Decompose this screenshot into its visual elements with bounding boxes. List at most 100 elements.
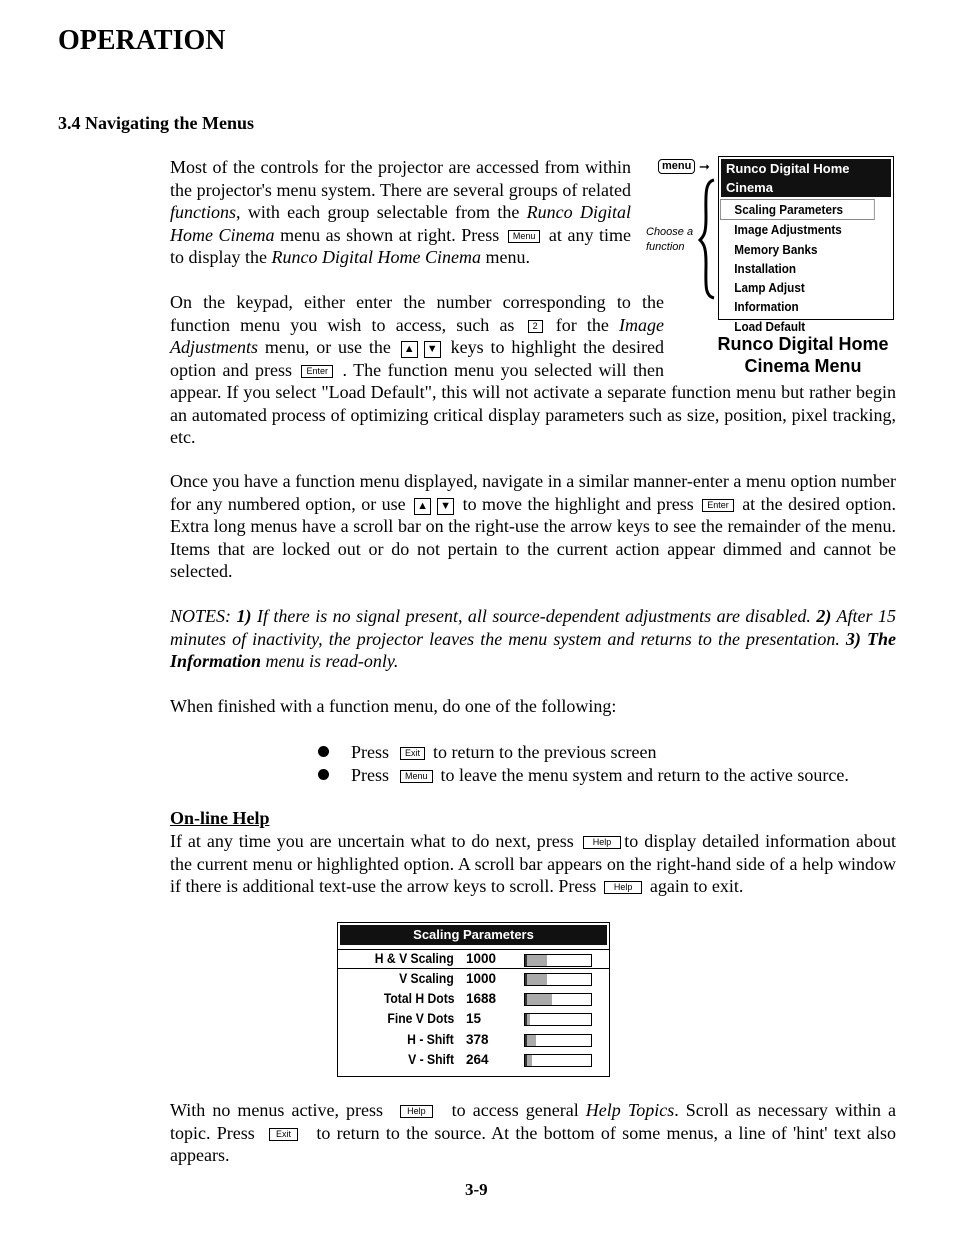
text: menu is read-only. <box>261 651 399 671</box>
text: Press <box>351 742 390 762</box>
text: menu, or use the <box>258 337 398 357</box>
scaling-row[interactable]: H - Shift 378 <box>338 1030 609 1050</box>
menu-item[interactable]: Scaling Parameters <box>720 199 875 221</box>
up-arrow-key-icon: ▲ <box>414 497 432 515</box>
row-value: 1000 <box>466 971 497 986</box>
curly-brace-icon <box>698 178 715 300</box>
menu-key-label: menu <box>658 159 696 174</box>
text: for the <box>545 314 620 335</box>
finished-paragraph: When finished with a function menu, do o… <box>170 696 617 716</box>
slider-fill <box>525 1034 536 1046</box>
row-label: Total H Dots <box>383 991 454 1007</box>
text: to access general <box>444 1100 586 1120</box>
menu-item[interactable]: Lamp Adjust <box>719 278 876 297</box>
slider-bar[interactable] <box>524 993 592 1007</box>
slider-fill <box>525 955 547 966</box>
help-key: Help <box>400 1105 433 1118</box>
scaling-row[interactable]: H & V Scaling 1000 <box>338 949 609 969</box>
scaling-row[interactable]: V Scaling 1000 <box>338 969 609 989</box>
row-label: V - Shift <box>408 1051 454 1067</box>
scaling-rows: H & V Scaling 1000 V Scaling 1000 Total H Do… <box>338 949 609 1070</box>
key-2: 2 <box>527 319 543 333</box>
page-title: OPERATION <box>58 25 226 56</box>
down-arrow-key-icon: ▼ <box>423 341 441 358</box>
slider-fill <box>525 1014 531 1026</box>
enter-key: Enter <box>702 498 734 512</box>
intro-paragraph: Most of the controls for the projector a… <box>170 156 631 269</box>
slider-bar[interactable] <box>524 1013 592 1027</box>
menu-key: Menu <box>507 229 541 243</box>
text: If at any time you are uncertain what to… <box>170 831 580 851</box>
text: menu. <box>480 247 530 267</box>
row-label: V Scaling <box>399 971 454 986</box>
menu-items: Scaling Parameters Image Adjustments Memor… <box>719 199 893 336</box>
menu-caption: Runco Digital Home Cinema Menu <box>700 333 906 377</box>
menu-key: Menu <box>400 770 433 783</box>
slider-bar[interactable] <box>524 973 592 986</box>
page-number: 3-9 <box>465 1180 488 1199</box>
help-key: Help <box>582 836 622 849</box>
text: , with each group selectable from the <box>236 202 527 222</box>
text: function <box>646 241 685 253</box>
slider-bar[interactable] <box>524 1033 592 1047</box>
row-value: 264 <box>466 1051 489 1067</box>
row-label: H & V Scaling <box>374 951 454 966</box>
down-arrow-key-icon: ▼ <box>437 497 455 515</box>
notes-paragraph: NOTES: 1) If there is no signal present,… <box>170 605 896 673</box>
text: to leave the menu system and return to t… <box>440 765 849 785</box>
row-value: 378 <box>466 1031 489 1047</box>
choose-function-label: Choose a function <box>646 225 693 255</box>
runco-main-menu: Runco Digital Home Cinema Scaling Parame… <box>718 156 894 334</box>
text: again to exit. <box>645 876 744 896</box>
slider-fill <box>525 1054 533 1066</box>
row-label: Fine V Dots <box>387 1011 454 1027</box>
slider-fill <box>525 994 553 1006</box>
enter-key: Enter <box>301 364 333 378</box>
bullet-icon <box>318 769 329 780</box>
help-key: Help <box>603 881 643 894</box>
bullet-icon <box>318 746 329 757</box>
slider-bar[interactable] <box>524 954 592 967</box>
row-value: 15 <box>466 1011 482 1027</box>
menu-item[interactable]: Installation <box>719 259 876 278</box>
bullet-item: Press Exit to return to the previous scree… <box>351 741 656 764</box>
slider-bar[interactable] <box>524 1053 592 1067</box>
text: With no menus active, press <box>170 1100 391 1120</box>
scaling-menu-title: Scaling Parameters <box>340 925 607 945</box>
text: Most of the controls for the projector a… <box>170 157 631 200</box>
text: 2) <box>816 606 832 626</box>
up-arrow-key-icon: ▲ <box>400 341 418 358</box>
menu-item[interactable]: Information <box>719 297 876 316</box>
menu-title: Runco Digital Home Cinema <box>721 159 891 197</box>
text: Help Topics <box>585 1100 675 1120</box>
scaling-parameters-menu: Scaling Parameters H & V Scaling 1000 V Sc… <box>337 922 610 1077</box>
menu-item[interactable]: Memory Banks <box>719 240 876 259</box>
scaling-row[interactable]: Total H Dots 1688 <box>338 989 609 1009</box>
manual-page: OPERATION 3.4 Navigating the Menus Most … <box>0 0 954 1235</box>
exit-key: Exit <box>400 747 426 760</box>
text: Choose a <box>646 226 694 238</box>
arrow-right-icon: ➞ <box>699 159 710 174</box>
text: 1) <box>236 606 252 626</box>
text: Runco Digital Home Cinema <box>271 247 481 267</box>
row-label: H - Shift <box>407 1031 454 1047</box>
online-help-heading: On-line Help <box>170 808 270 828</box>
text: Press <box>351 765 390 785</box>
bullet-item: Press Menu to leave the menu system and re… <box>351 764 849 787</box>
scaling-row[interactable]: Fine V Dots 15 <box>338 1009 609 1029</box>
section-heading: 3.4 Navigating the Menus <box>58 113 255 133</box>
scaling-row[interactable]: V - Shift 264 <box>338 1050 609 1070</box>
text: functions <box>170 202 236 222</box>
text: to move the highlight and press <box>457 493 700 514</box>
text: If there is no signal present, all sourc… <box>251 606 817 626</box>
exit-key: Exit <box>269 1127 299 1141</box>
text: NOTES: <box>170 606 237 626</box>
help-paragraph: If at any time you are uncertain what to… <box>170 830 896 898</box>
row-value: 1688 <box>466 991 497 1007</box>
menu-item[interactable]: Image Adjustments <box>719 220 876 239</box>
text: Runco Digital Home <box>717 334 889 354</box>
row-value: 1000 <box>466 951 497 966</box>
text: to return to the previous screen <box>433 742 657 762</box>
text: Cinema Menu <box>744 356 862 376</box>
text: menu as shown at right. Press <box>274 224 505 245</box>
